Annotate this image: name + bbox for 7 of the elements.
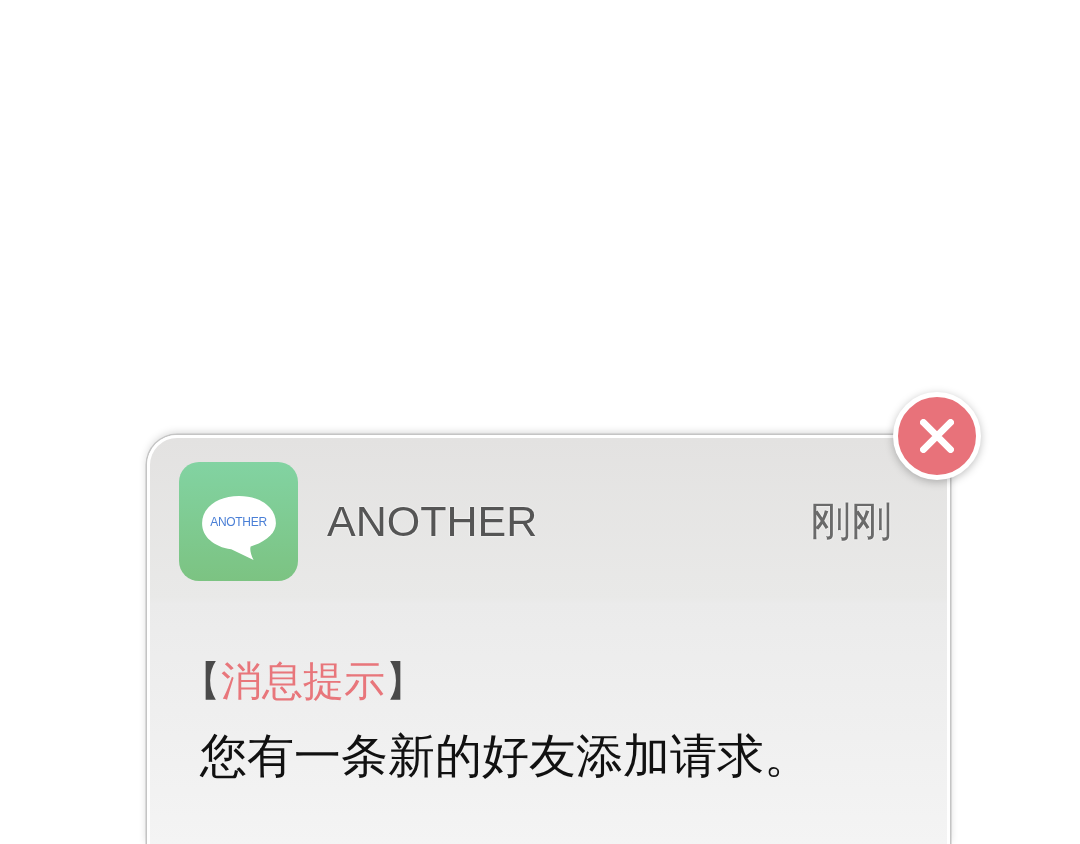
app-icon-label: ANOTHER [210,514,267,529]
app-name: ANOTHER [327,497,538,546]
message-tag: 【消息提示】 [180,655,426,707]
speech-bubble-icon [199,493,278,562]
timestamp: 刚刚 [810,496,892,547]
message-text: 您有一条新的好友添加请求。 [200,728,811,784]
close-icon [920,419,954,453]
